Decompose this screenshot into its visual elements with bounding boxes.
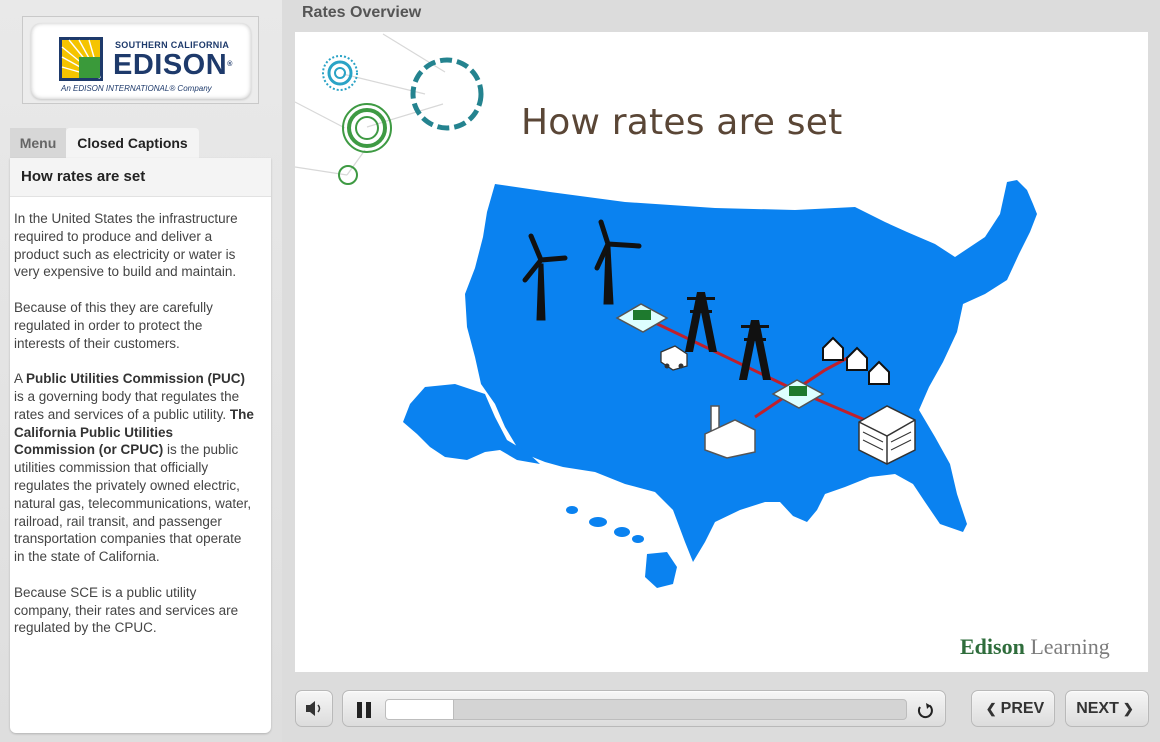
speaker-icon [306, 701, 321, 716]
sun-logo-icon [59, 37, 103, 81]
chevron-right-icon: ❯ [1122, 701, 1134, 716]
tab-menu[interactable]: Menu [10, 128, 66, 158]
volume-button[interactable] [295, 690, 333, 727]
logo-registered: ® [227, 61, 233, 68]
prev-label: PREV [1000, 700, 1045, 717]
pause-icon[interactable] [357, 702, 373, 718]
next-button[interactable]: NEXT ❯ [1065, 690, 1149, 727]
next-label: NEXT [1076, 700, 1119, 717]
caption-text: A [14, 371, 27, 387]
logo-main-text: EDISON [113, 49, 228, 81]
logo-wordmark: EDISON® [113, 49, 233, 81]
sidebar-tabs: Menu Closed Captions [10, 128, 272, 158]
slide-heading: How rates are set [521, 102, 843, 143]
progress-fill [386, 700, 454, 719]
caption-paragraph-4: Because SCE is a public utility company,… [14, 584, 239, 636]
caption-text: is a governing body that regulates the r… [14, 388, 240, 422]
caption-paragraph-3: A Public Utilities Commission (PUC) is a… [14, 370, 254, 566]
replay-icon[interactable] [915, 700, 935, 720]
stage-title: Rates Overview [302, 4, 422, 21]
brand-word-edison: Edison [960, 634, 1025, 659]
caption-bold-text: Public Utilities Commission (PUC) [26, 371, 246, 387]
chevron-left-icon: ❮ [985, 701, 997, 716]
caption-text: is the public utilities commission that … [14, 442, 252, 565]
caption-paragraph-2: Because of this they are carefully regul… [14, 299, 213, 351]
prev-button[interactable]: ❮ PREV [971, 690, 1055, 727]
us-map-icon [403, 180, 1037, 588]
decorative-circles-icon [295, 33, 484, 185]
edison-learning-brand: Edison Learning [960, 634, 1110, 660]
playback-bar [342, 690, 946, 727]
captions-text: In the United States the infrastructure … [14, 210, 254, 655]
logo-frame: SOUTHERN CALIFORNIA EDISON® An EDISON IN… [22, 16, 259, 104]
progress-slider[interactable] [385, 699, 907, 720]
caption-paragraph-1: In the United States the infrastructure … [14, 211, 238, 280]
sidebar: SOUTHERN CALIFORNIA EDISON® An EDISON IN… [0, 0, 282, 742]
brand-word-learning: Learning [1024, 634, 1110, 659]
captions-title: How rates are set [10, 158, 271, 197]
tab-closed-captions[interactable]: Closed Captions [66, 128, 199, 158]
slide-canvas: How rates are set Edison Learning [295, 32, 1148, 672]
edison-logo: SOUTHERN CALIFORNIA EDISON® An EDISON IN… [31, 23, 251, 99]
captions-panel: How rates are set In the United States t… [10, 158, 271, 733]
logo-subtitle: An EDISON INTERNATIONAL® Company [61, 84, 212, 93]
